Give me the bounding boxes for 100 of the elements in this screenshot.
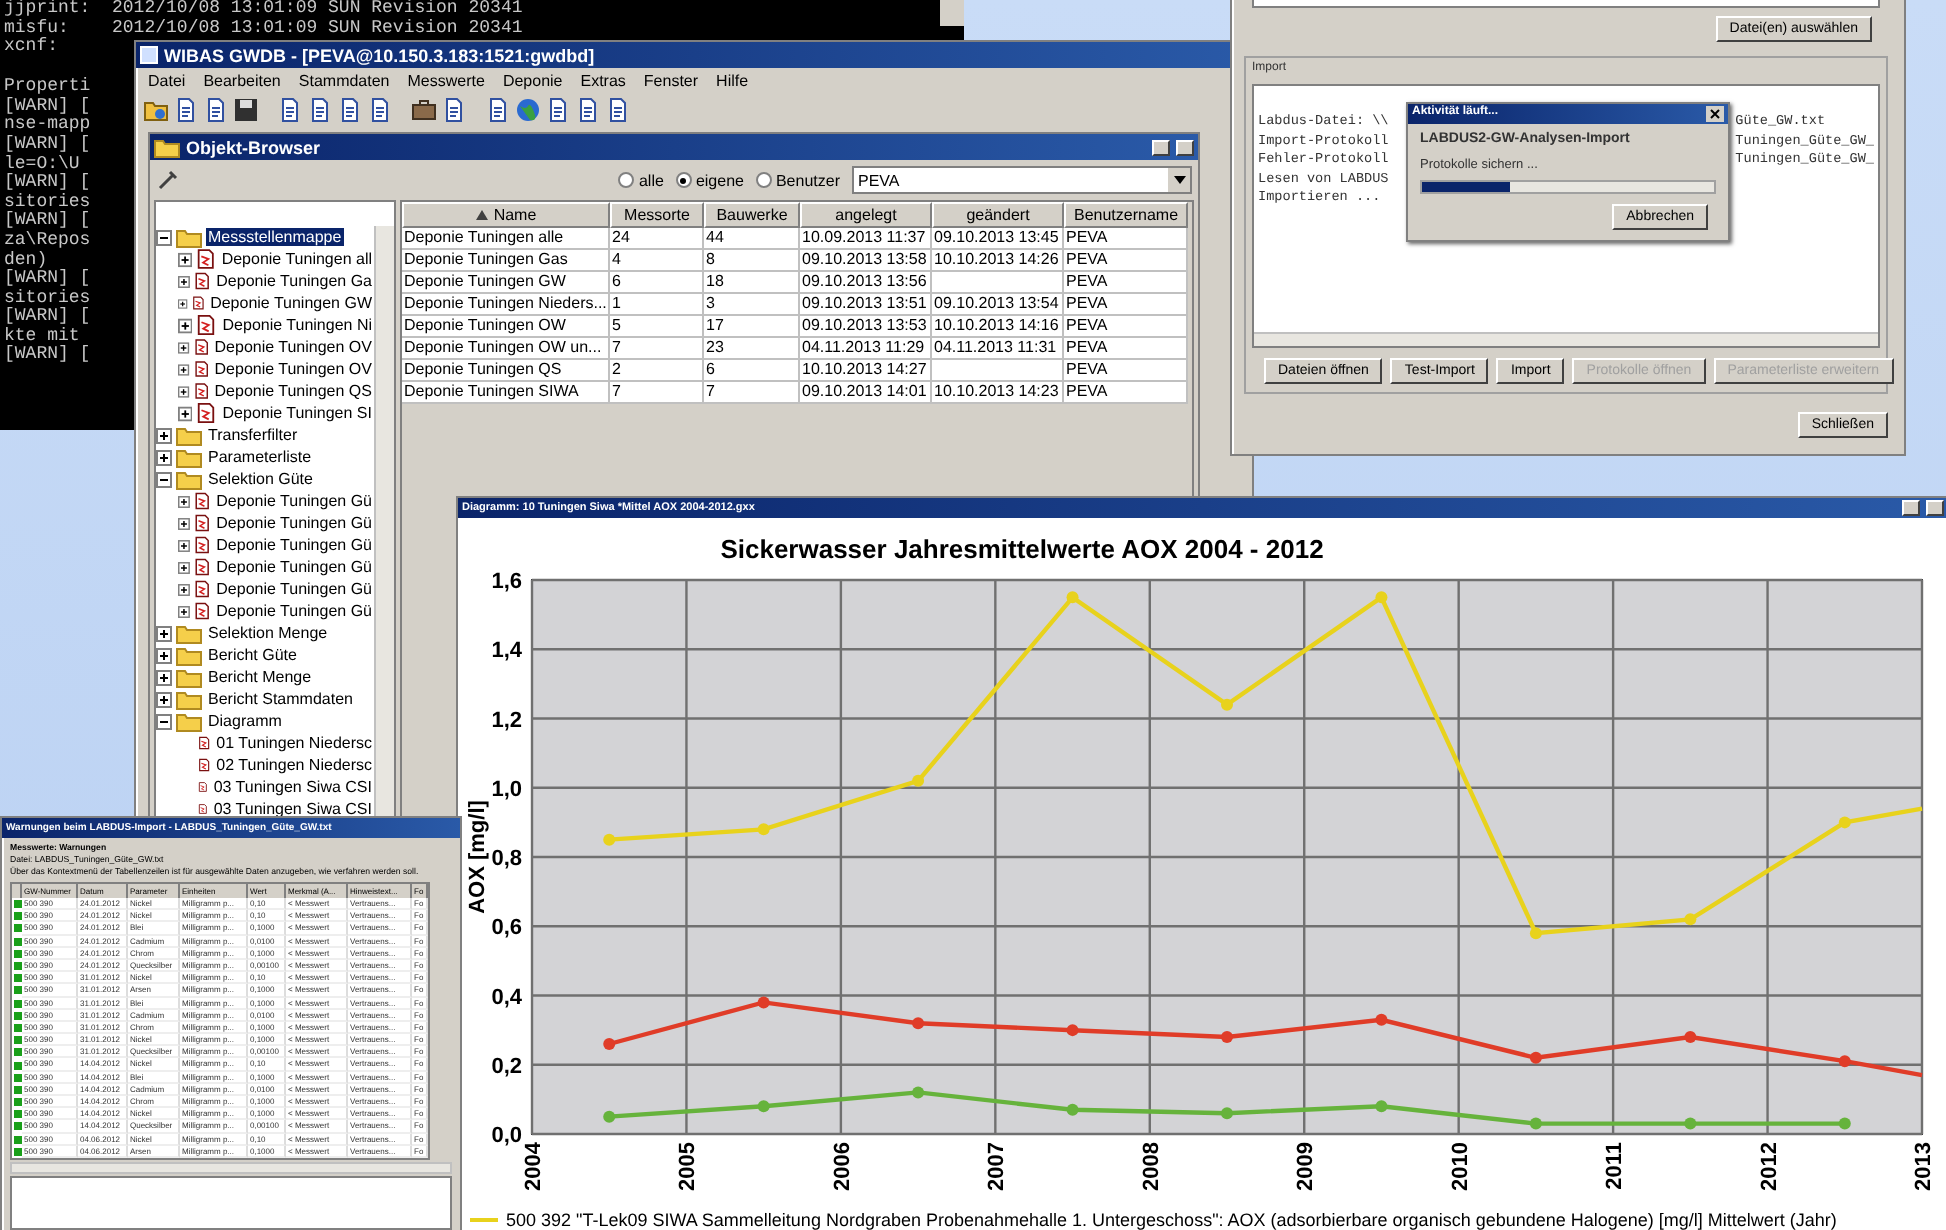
menu-item[interactable]: Hilfe: [716, 72, 749, 90]
tree-item[interactable]: Deponie Tuningen QS: [212, 382, 374, 400]
radio-option[interactable]: eigene: [675, 171, 744, 189]
document-icon[interactable]: [174, 98, 198, 122]
collapse-icon[interactable]: [156, 229, 172, 245]
document-icon[interactable]: [486, 98, 510, 122]
document-icon[interactable]: [576, 98, 600, 122]
document-icon[interactable]: [546, 98, 570, 122]
tree-item[interactable]: 02 Tuningen Niedersc: [214, 756, 374, 774]
menu-item[interactable]: Fenster: [643, 72, 699, 90]
expand-icon[interactable]: [178, 603, 190, 619]
tree-item[interactable]: Bericht Menge: [206, 668, 314, 686]
expand-icon[interactable]: [178, 405, 193, 421]
tree-item[interactable]: Deponie Tuningen all: [219, 250, 374, 268]
tree-item[interactable]: Deponie Tuningen Gü: [214, 558, 374, 576]
tree-item[interactable]: Deponie Tuningen Gü: [214, 536, 374, 554]
scrollbar[interactable]: [374, 226, 394, 820]
expand-icon[interactable]: [178, 383, 190, 399]
expand-icon[interactable]: [156, 647, 172, 663]
column-header[interactable]: Name: [402, 202, 610, 228]
document-icon[interactable]: [308, 98, 332, 122]
tree-item[interactable]: Deponie Tuningen Gü: [214, 514, 374, 532]
minimize-button[interactable]: [1902, 500, 1920, 516]
column-header[interactable]: geändert: [932, 202, 1064, 228]
tree-item[interactable]: Deponie Tuningen GW: [208, 294, 374, 312]
expand-icon[interactable]: [178, 559, 190, 575]
column-header[interactable]: Messorte: [610, 202, 704, 228]
table-cell: 04.11.2013 11:29: [800, 338, 932, 360]
tree-item[interactable]: Bericht Stammdaten: [206, 690, 355, 708]
maximize-button[interactable]: [1176, 139, 1194, 155]
menu-item[interactable]: Messwerte: [407, 72, 485, 90]
tick-label: 0,6: [491, 916, 522, 941]
expand-icon[interactable]: [156, 669, 172, 685]
data-point: [1066, 591, 1079, 604]
tree-item[interactable]: Diagramm: [206, 712, 284, 730]
column-header[interactable]: [12, 884, 22, 898]
tree-item[interactable]: Deponie Tuningen Ga: [214, 272, 374, 290]
expand-icon[interactable]: [178, 493, 190, 509]
table-cell: Deponie Tuningen OW un...: [402, 338, 610, 360]
tree-item[interactable]: Deponie Tuningen SI: [220, 404, 374, 422]
folder-icon[interactable]: [144, 98, 168, 122]
console-line: [WARN] [: [4, 346, 91, 367]
expand-icon[interactable]: [178, 295, 188, 311]
tree-item[interactable]: Deponie Tuningen Gü: [214, 580, 374, 598]
expand-icon[interactable]: [178, 317, 193, 333]
document-icon[interactable]: [442, 98, 466, 122]
maximize-button[interactable]: [1926, 500, 1944, 516]
tree-item[interactable]: Deponie Tuningen OV: [212, 360, 374, 378]
tree-item[interactable]: Messstellenmappe: [206, 228, 344, 246]
menu-item[interactable]: Datei: [148, 72, 186, 90]
tree-item[interactable]: Selektion Güte: [206, 470, 315, 488]
tree-item[interactable]: Transferfilter: [206, 426, 300, 444]
tree-item[interactable]: Deponie Tuningen OV: [212, 338, 374, 356]
radio-option[interactable]: alle: [618, 171, 664, 189]
tool-icon[interactable]: [156, 168, 180, 192]
globe-icon[interactable]: [516, 98, 540, 122]
tree-item[interactable]: Deponie Tuningen Ni: [220, 316, 374, 334]
scrollbar[interactable]: [10, 1161, 452, 1174]
column-header[interactable]: Benutzername: [1064, 202, 1188, 228]
expand-icon[interactable]: [178, 581, 190, 597]
expand-icon[interactable]: [156, 449, 172, 465]
document-icon[interactable]: [606, 98, 630, 122]
minimize-button[interactable]: [1152, 139, 1170, 155]
tree-item[interactable]: Parameterliste: [206, 448, 314, 466]
table-cell: 6: [610, 272, 704, 294]
expand-icon[interactable]: [178, 251, 193, 267]
menu-item[interactable]: Bearbeiten: [203, 72, 281, 90]
expand-icon[interactable]: [178, 361, 190, 377]
tree-item[interactable]: 01 Tuningen Niedersc: [214, 734, 374, 752]
expand-icon[interactable]: [156, 691, 172, 707]
scrollbar[interactable]: [940, 0, 964, 26]
document-icon[interactable]: [278, 98, 302, 122]
dropdown-icon[interactable]: [1173, 176, 1185, 184]
tree-item[interactable]: Selektion Menge: [206, 624, 330, 642]
expand-icon[interactable]: [178, 339, 190, 355]
expand-icon[interactable]: [178, 515, 190, 531]
document-icon[interactable]: [338, 98, 362, 122]
document-icon[interactable]: [204, 98, 228, 122]
user-field[interactable]: PEVA: [852, 166, 1192, 194]
tree-item[interactable]: 03 Tuningen Siwa CSI: [211, 778, 374, 796]
expand-icon[interactable]: [156, 427, 172, 443]
expand-icon[interactable]: [156, 625, 172, 641]
tree-item[interactable]: Deponie Tuningen Gü: [214, 492, 374, 510]
close-button[interactable]: [1706, 106, 1724, 122]
scrollbar[interactable]: [1254, 332, 1878, 346]
tree-item[interactable]: 03 Tuningen Siwa CSI: [211, 800, 374, 818]
radio-option[interactable]: Benutzer: [755, 171, 840, 189]
menu-item[interactable]: Extras: [580, 72, 626, 90]
briefcase-icon[interactable]: [412, 98, 436, 122]
column-header[interactable]: Bauwerke: [704, 202, 800, 228]
menu-item[interactable]: Deponie: [502, 72, 563, 90]
menu-item[interactable]: Stammdaten: [298, 72, 390, 90]
tree-item[interactable]: Bericht Güte: [206, 646, 299, 664]
collapse-icon[interactable]: [156, 713, 172, 729]
column-header[interactable]: angelegt: [800, 202, 932, 228]
expand-icon[interactable]: [178, 273, 190, 289]
tree-item[interactable]: Deponie Tuningen Gü: [214, 602, 374, 620]
expand-icon[interactable]: [178, 537, 190, 553]
document-icon[interactable]: [368, 98, 392, 122]
collapse-icon[interactable]: [156, 471, 172, 487]
